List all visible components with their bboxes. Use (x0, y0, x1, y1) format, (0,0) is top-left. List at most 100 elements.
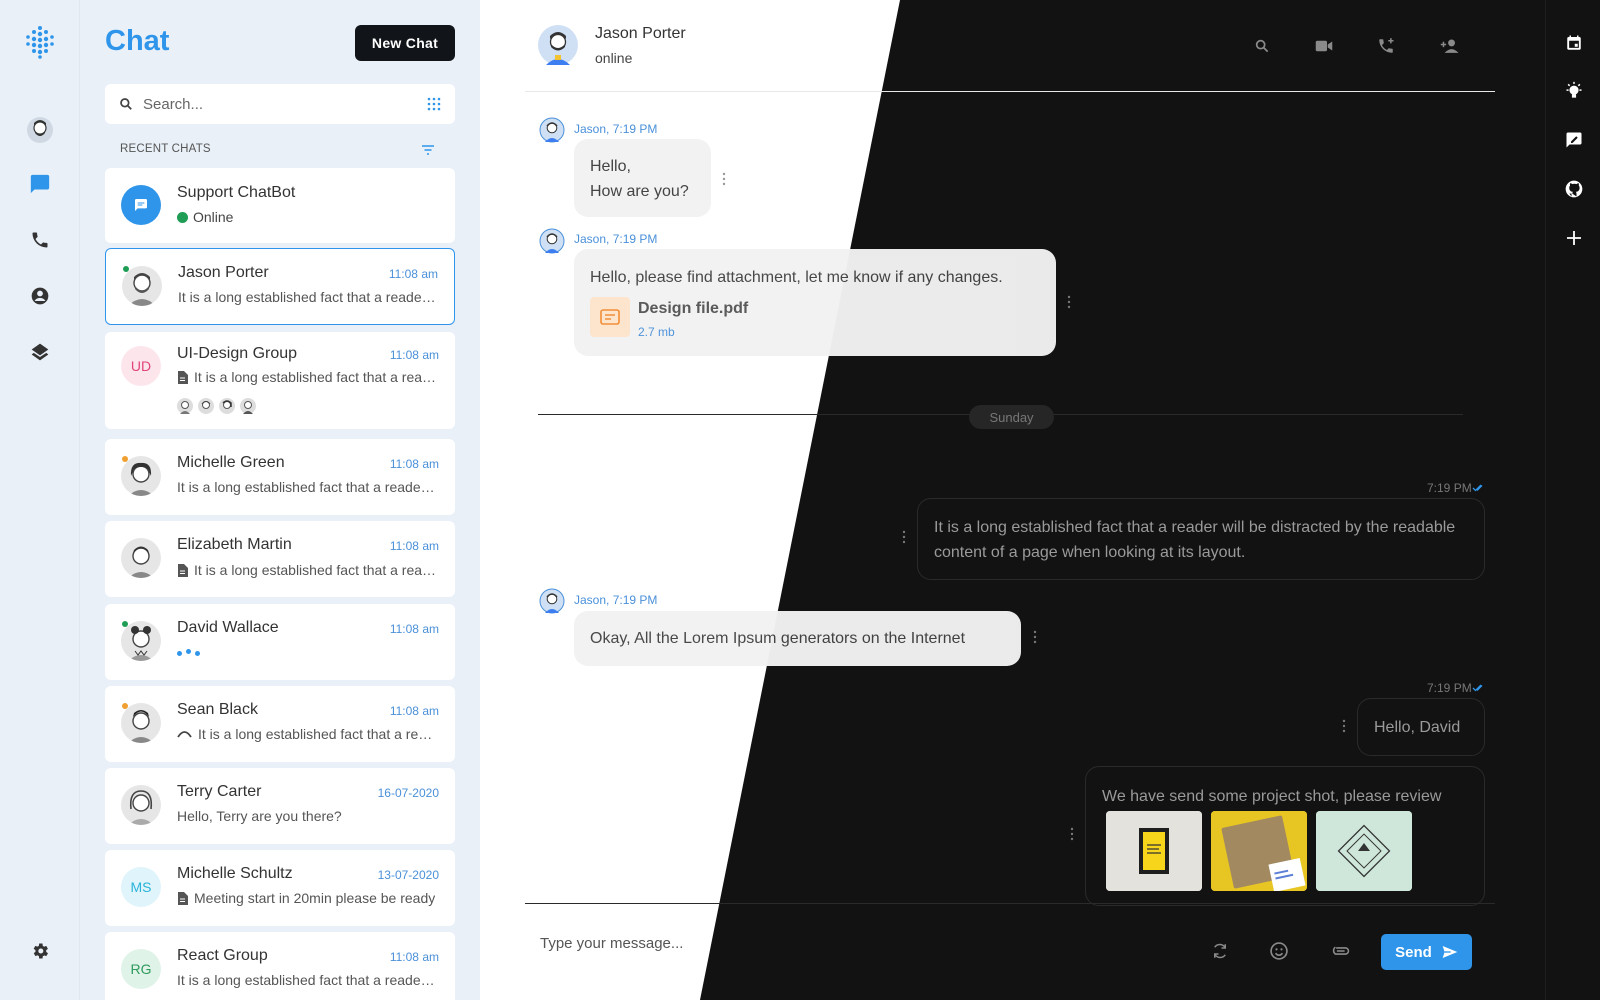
chat-name: Michelle Schultz (177, 865, 293, 882)
nav-chats-button[interactable] (26, 170, 54, 198)
message-options-icon[interactable] (1342, 719, 1346, 733)
group-initials-avatar: RG (121, 949, 161, 989)
image-thumbnail[interactable] (1106, 811, 1202, 891)
message-options-icon[interactable] (902, 530, 906, 544)
sent-message[interactable]: Hello, David (1357, 698, 1485, 756)
video-call-button[interactable] (1314, 36, 1334, 56)
page-title: Chat (105, 25, 170, 57)
idea-button[interactable] (1563, 80, 1585, 102)
message-text: Hello, (590, 158, 631, 175)
sent-message[interactable]: It is a long established fact that a rea… (917, 498, 1485, 580)
chat-preview: It is a long established fact that a rea… (178, 289, 440, 305)
chat-preview: Meeting start in 20min please be ready (177, 890, 439, 906)
search-messages-button[interactable] (1252, 36, 1272, 56)
attachment-size: 2.7 mb (638, 325, 675, 339)
chat-item-michelle-green[interactable]: Michelle Green 11:08 am It is a long est… (105, 439, 455, 515)
message-text: Hello, David (1374, 719, 1461, 736)
calendar-button[interactable] (1563, 32, 1585, 54)
person-add-icon (1440, 39, 1459, 53)
chat-preview: It is a long established fact that a rea… (177, 562, 439, 578)
nav-contacts-button[interactable] (26, 282, 54, 310)
grid-dots-logo-icon[interactable] (22, 24, 58, 60)
chat-item-ui-design-group[interactable]: UD UI-Design Group 11:08 am It is a long… (105, 332, 455, 429)
user-avatar-icon (27, 117, 53, 143)
received-message[interactable]: Hello, How are you? (574, 139, 711, 217)
nav-calls-button[interactable] (26, 226, 54, 254)
profile-avatar-button[interactable] (26, 116, 54, 144)
chat-time: 11:08 am (389, 704, 439, 718)
pdf-file-icon (590, 297, 630, 337)
avatar (121, 621, 161, 661)
message-meta: 7:19 PM (1427, 681, 1472, 695)
image-thumbnail[interactable] (1316, 811, 1412, 891)
settings-button[interactable] (26, 937, 54, 965)
emoji-button[interactable] (1268, 940, 1290, 962)
send-button[interactable]: Send (1381, 934, 1472, 970)
chat-name: Terry Carter (177, 783, 262, 800)
refresh-button[interactable] (1209, 940, 1231, 962)
filter-icon[interactable] (420, 143, 436, 157)
avatar (121, 538, 161, 578)
chat-name: Michelle Green (177, 454, 285, 471)
chat-item-jason-porter[interactable]: Jason Porter 11:08 am It is a long estab… (105, 248, 455, 325)
chat-name: React Group (177, 947, 268, 964)
attach-button[interactable] (1329, 940, 1351, 962)
video-icon (1315, 40, 1333, 52)
chat-name: David Wallace (177, 619, 279, 636)
chat-item-michelle-schultz[interactable]: MS Michelle Schultz 13-07-2020 Meeting s… (105, 850, 455, 926)
online-status-dot (122, 621, 128, 627)
chat-icon (30, 174, 50, 194)
search-icon (120, 98, 132, 110)
left-nav-rail (0, 0, 80, 1000)
send-icon (1442, 946, 1458, 958)
chat-preview: It is a long established fact that a rea… (177, 972, 439, 988)
recent-chats-label: RECENT CHATS (120, 143, 211, 155)
chat-item-support-chatbot[interactable]: Support ChatBot Online (105, 168, 455, 243)
paperclip-icon (1332, 946, 1350, 955)
member-avatar (177, 398, 193, 414)
compose-button[interactable] (1563, 129, 1585, 151)
group-initials-avatar: UD (121, 346, 161, 386)
chat-item-elizabeth-martin[interactable]: Elizabeth Martin 11:08 am It is a long e… (105, 521, 455, 597)
message-options-icon[interactable] (1067, 295, 1071, 309)
add-button[interactable] (1563, 227, 1585, 249)
add-participant-button[interactable] (1440, 36, 1460, 56)
chat-preview: It is a long established fact that a rea… (177, 479, 439, 495)
chat-time: 11:08 am (389, 622, 439, 636)
document-icon (178, 563, 188, 577)
chat-time: 11:08 am (389, 950, 439, 964)
avatar (122, 266, 162, 306)
new-chat-button[interactable]: New Chat (355, 25, 455, 61)
received-message[interactable]: Okay, All the Lorem Ipsum generators on … (574, 611, 1021, 666)
github-link[interactable] (1563, 178, 1585, 200)
chat-item-david-wallace[interactable]: David Wallace 11:08 am (105, 604, 455, 680)
contact-name[interactable]: Jason Porter (595, 25, 686, 43)
nav-layers-button[interactable] (26, 338, 54, 366)
received-message-with-attachment[interactable]: Hello, please find attachment, let me kn… (574, 249, 1056, 356)
contact-avatar[interactable] (538, 25, 578, 65)
message-text: We have send some project shot, please r… (1102, 788, 1442, 805)
dialpad-icon[interactable] (427, 97, 441, 111)
message-options-icon[interactable] (722, 172, 726, 186)
search-input[interactable] (143, 95, 427, 113)
image-thumbnail[interactable] (1211, 811, 1307, 891)
chat-preview: It is a long established fact that a rea… (177, 369, 439, 385)
message-options-icon[interactable] (1070, 827, 1074, 841)
attachment-name[interactable]: Design file.pdf (638, 296, 748, 321)
chat-item-terry-carter[interactable]: Terry Carter 16-07-2020 Hello, Terry are… (105, 768, 455, 844)
moon-icon (33, 885, 42, 903)
search-box (105, 84, 455, 124)
github-icon (1565, 180, 1583, 198)
message-options-icon[interactable] (1033, 630, 1037, 644)
conversation-panel: Jason Porter online Jason, 7:19 PM Hello… (480, 0, 1545, 1000)
read-check-icon (1472, 684, 1483, 692)
chat-item-sean-black[interactable]: Sean Black 11:08 am It is a long establi… (105, 686, 455, 762)
plus-icon (1567, 231, 1581, 245)
calendar-icon (1567, 35, 1581, 50)
theme-toggle-button[interactable] (26, 880, 54, 908)
message-text: Hello, please find attachment, let me kn… (590, 269, 1003, 286)
message-input[interactable] (540, 935, 840, 952)
chat-item-react-group[interactable]: RG React Group 11:08 am It is a long est… (105, 932, 455, 1000)
typing-indicator (177, 648, 200, 656)
voice-call-button[interactable] (1376, 36, 1396, 56)
